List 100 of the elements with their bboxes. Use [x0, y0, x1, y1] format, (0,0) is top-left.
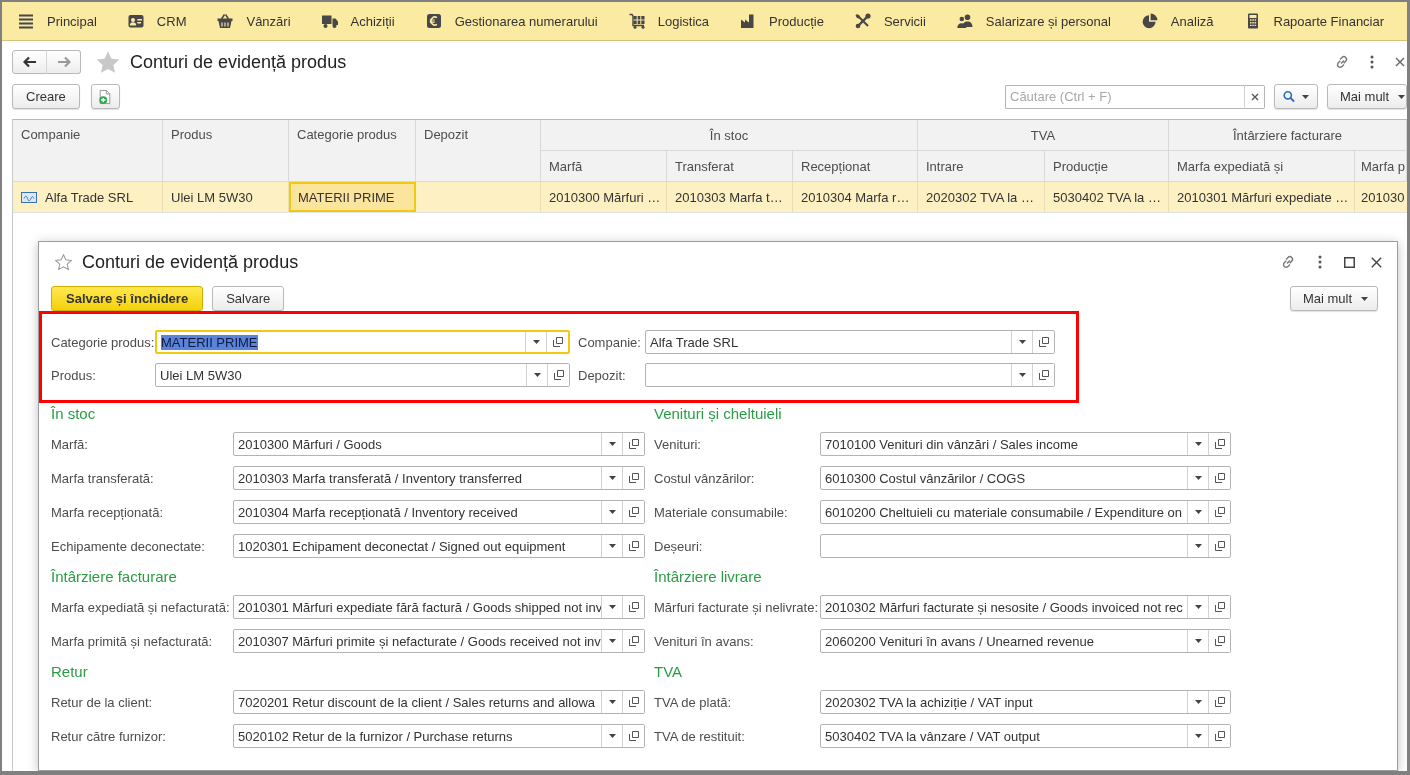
open-button[interactable]	[1208, 535, 1230, 557]
table-row[interactable]: Alfa Trade SRL Ulei LM 5W30 MATERII PRIME 2010300 Mărfuri … 2010303 Marfa t… 2010304 Marfa r… 2020302 TVA la … 5030402 TVA la … 2010301 Mărfuri expediate … 201030	[13, 182, 1407, 213]
open-window-icon	[628, 731, 639, 741]
open-button[interactable]	[1208, 467, 1230, 489]
field-label: Marfa primită și nefacturată:	[51, 633, 214, 649]
caret-icon	[1194, 476, 1202, 480]
input-field[interactable]	[820, 534, 1231, 558]
field-label: Marfă:	[51, 436, 89, 452]
more-button[interactable]: Mai mult	[1289, 286, 1378, 311]
more-button[interactable]: Mai mult	[1327, 84, 1407, 109]
cart-icon	[628, 13, 645, 29]
field-label: Depozit:	[578, 367, 627, 383]
open-button[interactable]	[622, 467, 644, 489]
menu-item[interactable]: Principal	[2, 2, 112, 40]
open-button[interactable]	[1208, 691, 1230, 713]
field-label: Produs:	[51, 367, 97, 383]
menu-icon	[18, 13, 34, 29]
input-field[interactable]: 2010307 Mărfuri primite și nefacturate / Goods received not inv	[233, 629, 645, 653]
open-button[interactable]	[622, 535, 644, 557]
input-field[interactable]: 2010303 Marfa transferată / Inventory transferred	[233, 466, 645, 490]
menu-item[interactable]: Salarizare și personal	[940, 2, 1126, 40]
field-label: Echipamente deconectate:	[51, 538, 206, 554]
input-field[interactable]: 2010304 Marfa recepționată / Inventory received	[233, 500, 645, 524]
open-button[interactable]	[622, 433, 644, 455]
caret-icon	[1194, 605, 1202, 609]
menu-item[interactable]: Analiză	[1125, 2, 1229, 40]
back-button[interactable]	[12, 50, 47, 74]
search-field[interactable]: Căutare (Ctrl + F)	[1005, 84, 1244, 109]
input-field[interactable]: Alfa Trade SRL	[645, 330, 1055, 354]
search-icon	[1283, 89, 1295, 104]
input-field[interactable]: Ulei LM 5W30	[155, 363, 570, 387]
open-button[interactable]	[1208, 630, 1230, 652]
caret-icon	[533, 373, 541, 377]
menu-item[interactable]: Vânzări	[201, 2, 306, 40]
open-button[interactable]	[622, 630, 644, 652]
input-field[interactable]: 2010302 Mărfuri facturate și nesosite / Goods invoiced not rec	[820, 595, 1231, 619]
open-window-icon	[628, 697, 639, 707]
menu-item[interactable]: Rapoarte Financiar	[1228, 2, 1400, 40]
menu-item[interactable]: Gestionarea numerarului	[409, 2, 613, 40]
link-icon[interactable]	[1334, 54, 1350, 70]
input-field[interactable]	[645, 363, 1055, 387]
add-button[interactable]	[90, 84, 120, 109]
close-icon[interactable]	[1371, 256, 1382, 268]
field-label: Venituri:	[654, 436, 702, 452]
table-cell: 2010301 Mărfuri expediate …	[1169, 182, 1355, 212]
menu-item[interactable]: Logistica	[612, 2, 724, 40]
input-field[interactable]: 5030402 TVA la vânzare / VAT output	[820, 724, 1231, 748]
pie-chart-icon	[1141, 13, 1158, 29]
open-button[interactable]	[1208, 501, 1230, 523]
open-button[interactable]	[1032, 331, 1054, 353]
caret-icon	[608, 544, 616, 548]
open-button[interactable]	[1208, 596, 1230, 618]
table-cell: 2010300 Mărfuri …	[541, 182, 667, 212]
open-button[interactable]	[1032, 364, 1054, 386]
menu-item[interactable]: Servicii	[838, 2, 941, 40]
menu-item[interactable]: CRM	[111, 2, 202, 40]
input-field[interactable]: 6010200 Cheltuieli cu materiale consumabile / Expenditure on	[820, 500, 1231, 524]
star-icon[interactable]	[96, 50, 120, 74]
input-field[interactable]: MATERII PRIME	[155, 330, 570, 354]
save-and-close-button[interactable]: Salvare și închidere	[51, 286, 204, 311]
open-button[interactable]	[622, 596, 644, 618]
caret-icon	[1018, 340, 1026, 344]
table-cell: 2010304 Marfa r…	[793, 182, 918, 212]
clear-button[interactable]	[1244, 84, 1265, 109]
menu-item[interactable]: Producție	[724, 2, 839, 40]
caret-icon	[1194, 639, 1202, 643]
open-window-icon	[628, 602, 639, 612]
input-field[interactable]: 1020301 Echipament deconectat / Signed out equipment	[233, 534, 645, 558]
input-field[interactable]: 2060200 Venituri în avans / Unearned revenue	[820, 629, 1231, 653]
open-button[interactable]	[622, 501, 644, 523]
input-field[interactable]: 2010301 Mărfuri expediate fără factură / Goods shipped not inv	[233, 595, 645, 619]
maximize-icon[interactable]	[1344, 256, 1355, 268]
table-cell: MATERII PRIME	[289, 182, 416, 212]
open-window-icon	[628, 507, 639, 517]
caret-icon	[608, 734, 616, 738]
open-button[interactable]	[547, 364, 569, 386]
input-field[interactable]: 7010100 Venituri din vânzări / Sales income	[820, 432, 1231, 456]
table-cell-text: 201030	[1360, 188, 1406, 207]
menu-item[interactable]: Achiziții	[305, 2, 410, 40]
field-label: Marfa transferată:	[51, 470, 155, 486]
create-button[interactable]: Creare	[12, 84, 80, 109]
close-icon[interactable]	[1394, 56, 1406, 68]
search-button[interactable]	[1274, 84, 1318, 109]
open-window-icon	[628, 473, 639, 483]
input-field[interactable]: 7020201 Retur discount de la client / Sales returns and allowa	[233, 690, 645, 714]
save-button[interactable]: Salvare	[212, 286, 285, 311]
open-button[interactable]	[622, 725, 644, 747]
open-window-icon	[628, 636, 639, 646]
input-field[interactable]: 2020302 TVA la achiziție / VAT input	[820, 690, 1231, 714]
input-field[interactable]: 6010300 Costul vânzărilor / COGS	[820, 466, 1231, 490]
star-icon[interactable]	[55, 254, 72, 270]
field-label: Mărfuri facturate și nelivrate:	[654, 599, 819, 615]
open-button[interactable]	[1208, 433, 1230, 455]
open-button[interactable]	[1208, 725, 1230, 747]
field-label: Companie:	[578, 334, 642, 350]
input-field[interactable]: 5020102 Retur de la furnizor / Purchase returns	[233, 724, 645, 748]
input-field[interactable]: 2010300 Mărfuri / Goods	[233, 432, 645, 456]
link-icon[interactable]	[1280, 254, 1296, 270]
caret-icon	[1194, 700, 1202, 704]
open-button[interactable]	[622, 691, 644, 713]
